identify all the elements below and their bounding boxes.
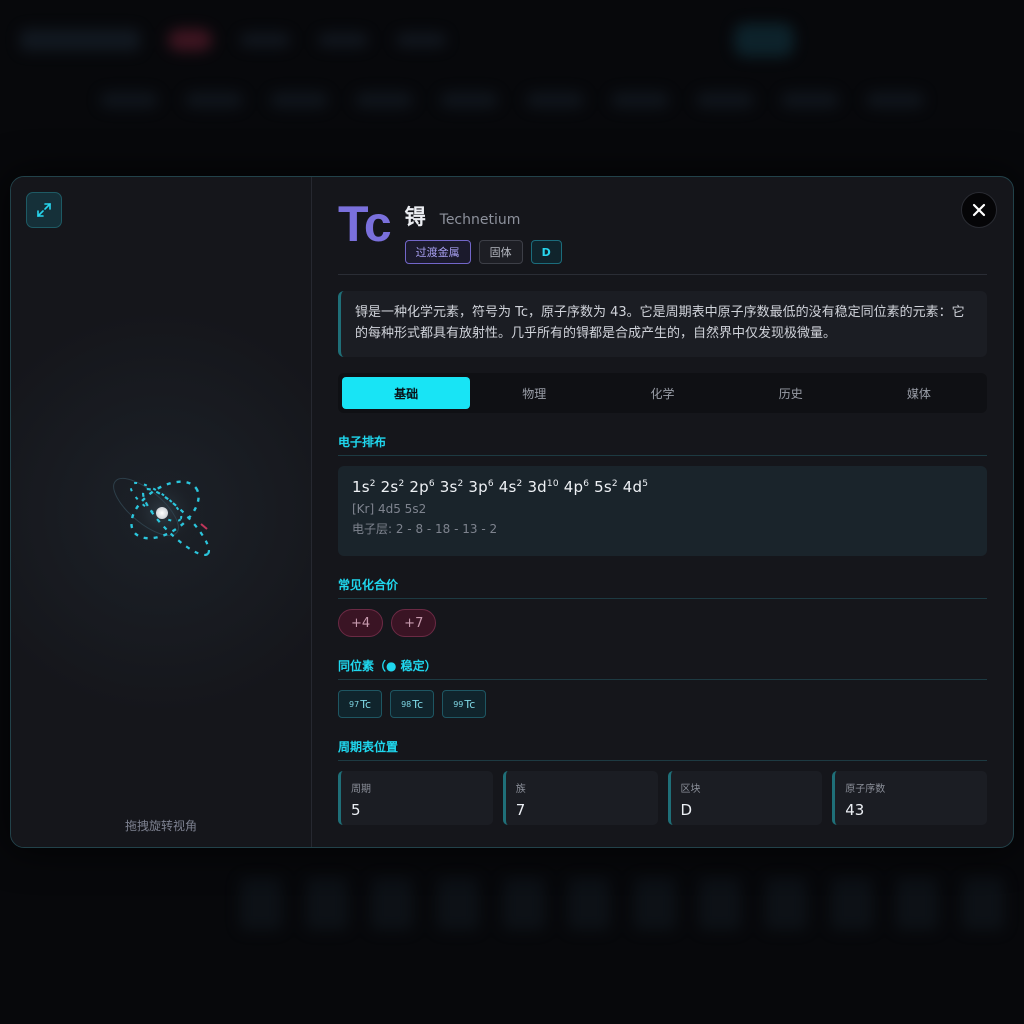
close-icon — [972, 203, 986, 217]
isotope-chip[interactable]: 98 Tc — [390, 690, 435, 718]
block-badge: D — [530, 240, 562, 264]
electron-config-title: 电子排布 — [338, 433, 987, 456]
element-description: 锝是一种化学元素，符号为 Tc，原子序数为 43。它是周期表中原子序数最低的没有… — [338, 291, 987, 357]
element-name-cn: 锝 — [404, 205, 426, 229]
detail-tabs: 基础 物理 化学 历史 媒体 — [338, 373, 987, 413]
electron-config-box: 1s2 2s2 2p6 3s2 3p6 4s2 3d10 4p6 5s2 4d5… — [338, 466, 987, 556]
element-name-en: Technetium — [439, 212, 521, 228]
tab-basic[interactable]: 基础 — [342, 377, 471, 409]
close-button[interactable] — [961, 192, 997, 228]
orbital-term: 4d5 — [622, 478, 649, 496]
noble-gas-config: [Kr] 4d5 5s2 — [352, 502, 427, 516]
isotope-list: 97 Tc 98 Tc 99 Tc — [338, 690, 987, 718]
orbital-term: 2s2 — [380, 478, 405, 496]
state-badge: 固体 — [478, 240, 523, 264]
valence-list: +4 +7 — [338, 609, 987, 637]
tab-physical[interactable]: 物理 — [470, 377, 598, 409]
position-grid: 周期 5 族 7 区块 D 原子序数 43 — [338, 771, 987, 825]
position-title: 周期表位置 — [338, 738, 987, 761]
orbital-term: 4p6 — [563, 478, 590, 496]
isotope-chip[interactable]: 99 Tc — [442, 690, 487, 718]
drag-hint: 拖拽旋转视角 — [124, 819, 197, 833]
electron-shells: 电子层: 2 - 8 - 18 - 13 - 2 — [352, 522, 498, 536]
position-card-block: 区块 D — [667, 771, 823, 825]
electron-config-orbitals: 1s2 2s2 2p6 3s2 3p6 4s2 3d10 4p6 5s2 4d5 — [352, 478, 973, 496]
orbital-term: 3d10 — [527, 478, 559, 496]
isotopes-title: 同位素（● 稳定） — [338, 657, 987, 680]
orbital-term: 5s2 — [594, 478, 618, 496]
valence-chip[interactable]: +7 — [391, 609, 437, 637]
orbital-term: 1s2 — [352, 478, 376, 496]
orbital-term: 3s2 — [439, 478, 464, 496]
element-badges: 过渡金属 固体 D — [404, 240, 562, 264]
valence-chip[interactable]: +4 — [338, 609, 384, 637]
position-card-group: 族 7 — [502, 771, 658, 825]
position-card-period: 周期 5 — [338, 771, 493, 825]
position-card-atomic-number: 原子序数 43 — [832, 771, 987, 825]
element-symbol: Tc — [338, 196, 392, 252]
atom-model[interactable] — [101, 452, 231, 582]
orbital-term: 3p6 — [468, 478, 494, 496]
tab-media[interactable]: 媒体 — [855, 377, 983, 409]
atom-viewer[interactable]: 拖拽旋转视角 — [11, 177, 312, 847]
orbital-term: 2p6 — [409, 478, 435, 496]
tab-chemical[interactable]: 化学 — [598, 377, 726, 409]
expand-button[interactable] — [26, 192, 62, 228]
element-header: Tc 锝 Technetium 过渡金属 固体 D — [338, 199, 987, 275]
tab-history[interactable]: 历史 — [727, 377, 855, 409]
isotope-chip[interactable]: 97 Tc — [338, 690, 383, 718]
category-badge: 过渡金属 — [404, 240, 471, 264]
orbital-term: 4s2 — [498, 478, 523, 496]
expand-icon — [37, 203, 51, 217]
element-detail-modal: 拖拽旋转视角 Tc 锝 Technetium 过渡金属 固体 D 锝是一种化学元… — [10, 176, 1014, 848]
valence-title: 常见化合价 — [338, 576, 987, 599]
detail-pane: Tc 锝 Technetium 过渡金属 固体 D 锝是一种化学元素，符号为 T… — [312, 177, 1013, 847]
